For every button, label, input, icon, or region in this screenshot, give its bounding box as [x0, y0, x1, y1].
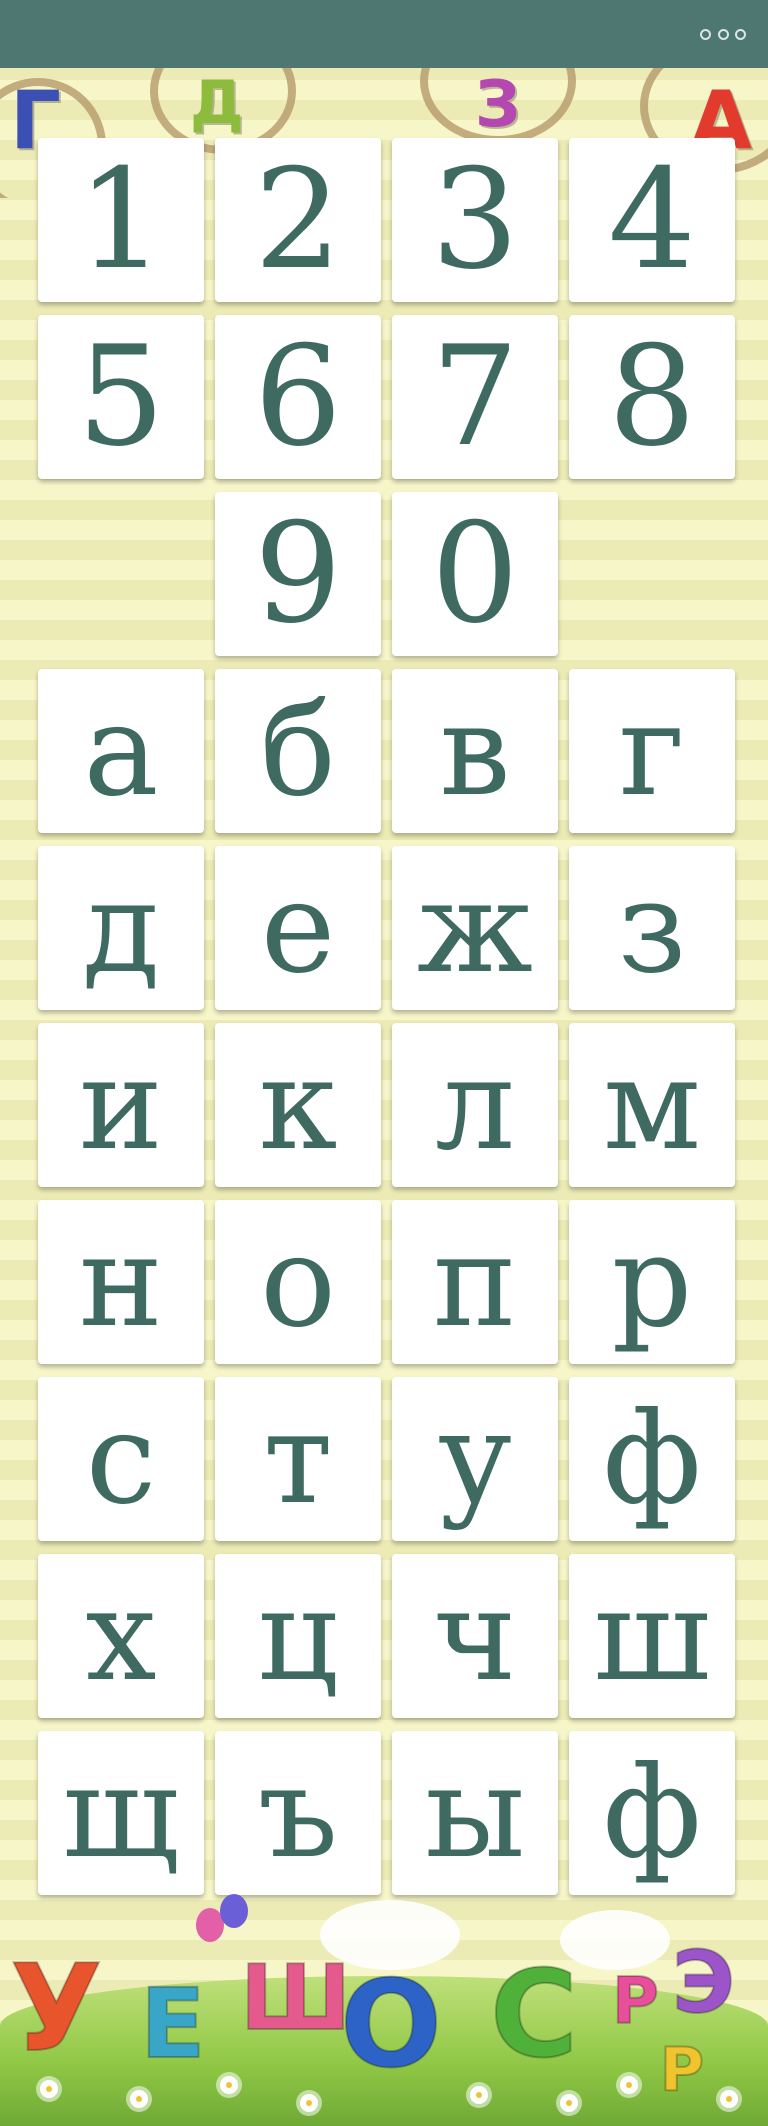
letter-tile[interactable]: м: [569, 1023, 735, 1187]
letter-tile[interactable]: о: [215, 1200, 381, 1364]
letter-tile[interactable]: р: [569, 1200, 735, 1364]
digit-tile[interactable]: 1: [38, 138, 204, 302]
letter-tile[interactable]: г: [569, 669, 735, 833]
cartoon-letter-r-small: Р: [659, 2035, 705, 2105]
letter-tile[interactable]: ч: [392, 1554, 558, 1718]
digit-tile[interactable]: 2: [215, 138, 381, 302]
digit-tile[interactable]: 9: [215, 492, 381, 656]
letter-tile[interactable]: ф: [569, 1731, 735, 1895]
cartoon-letter-u: У: [9, 1940, 104, 2079]
letter-tile[interactable]: е: [215, 846, 381, 1010]
letter-tile[interactable]: в: [392, 669, 558, 833]
letter-tile[interactable]: ц: [215, 1554, 381, 1718]
digit-tile[interactable]: 0: [392, 492, 558, 656]
letter-tile[interactable]: а: [38, 669, 204, 833]
letter-tile[interactable]: н: [38, 1200, 204, 1364]
cartoon-letter-o: О: [339, 1956, 443, 2095]
cartoon-letter-s: С: [489, 1946, 579, 2085]
letter-tile[interactable]: у: [392, 1377, 558, 1541]
letter-tile[interactable]: п: [392, 1200, 558, 1364]
digit-tile[interactable]: 6: [215, 315, 381, 479]
cartoon-letter-z: З: [475, 68, 521, 142]
digit-tile[interactable]: 7: [392, 315, 558, 479]
cartoon-letter-sha: Ш: [239, 1946, 352, 2051]
digit-tile[interactable]: 8: [569, 315, 735, 479]
letter-tile[interactable]: з: [569, 846, 735, 1010]
flower-decoration: [470, 2086, 488, 2104]
letter-tile[interactable]: к: [215, 1023, 381, 1187]
letter-tile[interactable]: д: [38, 846, 204, 1010]
letter-tile[interactable]: с: [38, 1377, 204, 1541]
letter-tile[interactable]: ш: [569, 1554, 735, 1718]
flower-decoration: [620, 2076, 638, 2094]
bottom-decoration: У Е Ш О С Р Э Р: [0, 1880, 768, 2126]
letter-tile[interactable]: х: [38, 1554, 204, 1718]
digit-tile[interactable]: 4: [569, 138, 735, 302]
flower-decoration: [40, 2080, 58, 2098]
flower-decoration: [300, 2094, 318, 2112]
letter-tile[interactable]: и: [38, 1023, 204, 1187]
cartoon-letter-r: Р: [611, 1965, 660, 2039]
digit-tile[interactable]: 5: [38, 315, 204, 479]
letter-tile[interactable]: ф: [569, 1377, 735, 1541]
top-bar: [0, 0, 768, 68]
letter-tile[interactable]: л: [392, 1023, 558, 1187]
letter-tile[interactable]: ъ: [215, 1731, 381, 1895]
flower-decoration: [220, 2076, 238, 2094]
cartoon-letter-d: Д: [190, 68, 244, 138]
cartoon-letter-e-reverse: Э: [671, 1933, 736, 2033]
more-dots-icon[interactable]: [700, 24, 746, 44]
letter-tile[interactable]: ж: [392, 846, 558, 1010]
letter-tile[interactable]: щ: [38, 1731, 204, 1895]
letter-tile[interactable]: ы: [392, 1731, 558, 1895]
balloon-decoration: [220, 1894, 248, 1928]
cartoon-letter-e: Е: [139, 1968, 207, 2080]
flower-decoration: [560, 2094, 578, 2112]
flower-decoration: [130, 2090, 148, 2108]
letter-tile[interactable]: б: [215, 669, 381, 833]
flower-decoration: [720, 2090, 738, 2108]
digit-tile[interactable]: 3: [392, 138, 558, 302]
letter-tile[interactable]: т: [215, 1377, 381, 1541]
